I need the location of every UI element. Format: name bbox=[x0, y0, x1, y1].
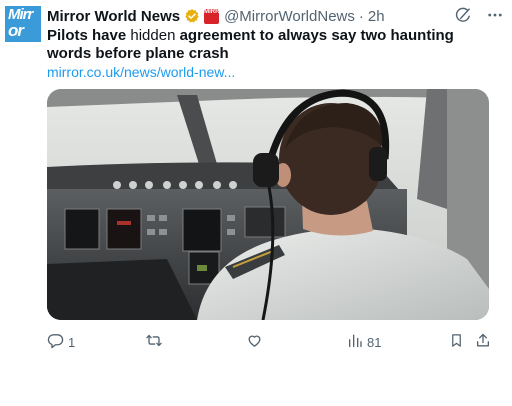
reply-count: 1 bbox=[68, 334, 76, 350]
views-button[interactable]: 81 bbox=[347, 332, 381, 352]
separator-dot: · bbox=[358, 7, 364, 25]
bookmark-button[interactable] bbox=[449, 332, 464, 352]
reply-button[interactable]: 1 bbox=[47, 332, 75, 352]
account-handle[interactable]: @MirrorWorldNews bbox=[224, 8, 355, 25]
action-bar: 1 81 bbox=[47, 332, 492, 350]
retweet-icon bbox=[145, 332, 163, 352]
affiliate-badge: MIRROR bbox=[204, 8, 228, 24]
views-icon bbox=[347, 332, 363, 352]
tweet-header: Mirror World News MIRROR @MirrorWorldNew… bbox=[47, 6, 504, 26]
share-button[interactable] bbox=[475, 332, 491, 352]
avatar[interactable]: Mirr or bbox=[5, 6, 41, 42]
verified-badge-icon bbox=[184, 8, 200, 24]
media-image[interactable] bbox=[47, 89, 489, 320]
share-icon bbox=[475, 332, 491, 352]
bookmark-icon bbox=[449, 332, 464, 352]
post-time[interactable]: 2h bbox=[368, 8, 385, 25]
like-icon bbox=[246, 332, 263, 352]
grok-icon[interactable] bbox=[455, 7, 472, 28]
more-icon[interactable] bbox=[486, 6, 504, 28]
tweet-text-part1: Pilots have bbox=[47, 27, 131, 44]
tweet-text-highlight: hidden bbox=[130, 27, 176, 44]
article-link[interactable]: mirror.co.uk/news/world-new... bbox=[47, 64, 235, 80]
retweet-button[interactable] bbox=[145, 332, 163, 352]
reply-icon bbox=[47, 332, 64, 352]
account-name[interactable]: Mirror World News bbox=[47, 8, 180, 25]
tweet-text: Pilots have hidden agreement to always s… bbox=[47, 27, 502, 63]
like-button[interactable] bbox=[246, 332, 263, 352]
views-count: 81 bbox=[367, 334, 382, 350]
avatar-logo-line2: or bbox=[8, 21, 24, 40]
cockpit-photo bbox=[47, 89, 489, 320]
